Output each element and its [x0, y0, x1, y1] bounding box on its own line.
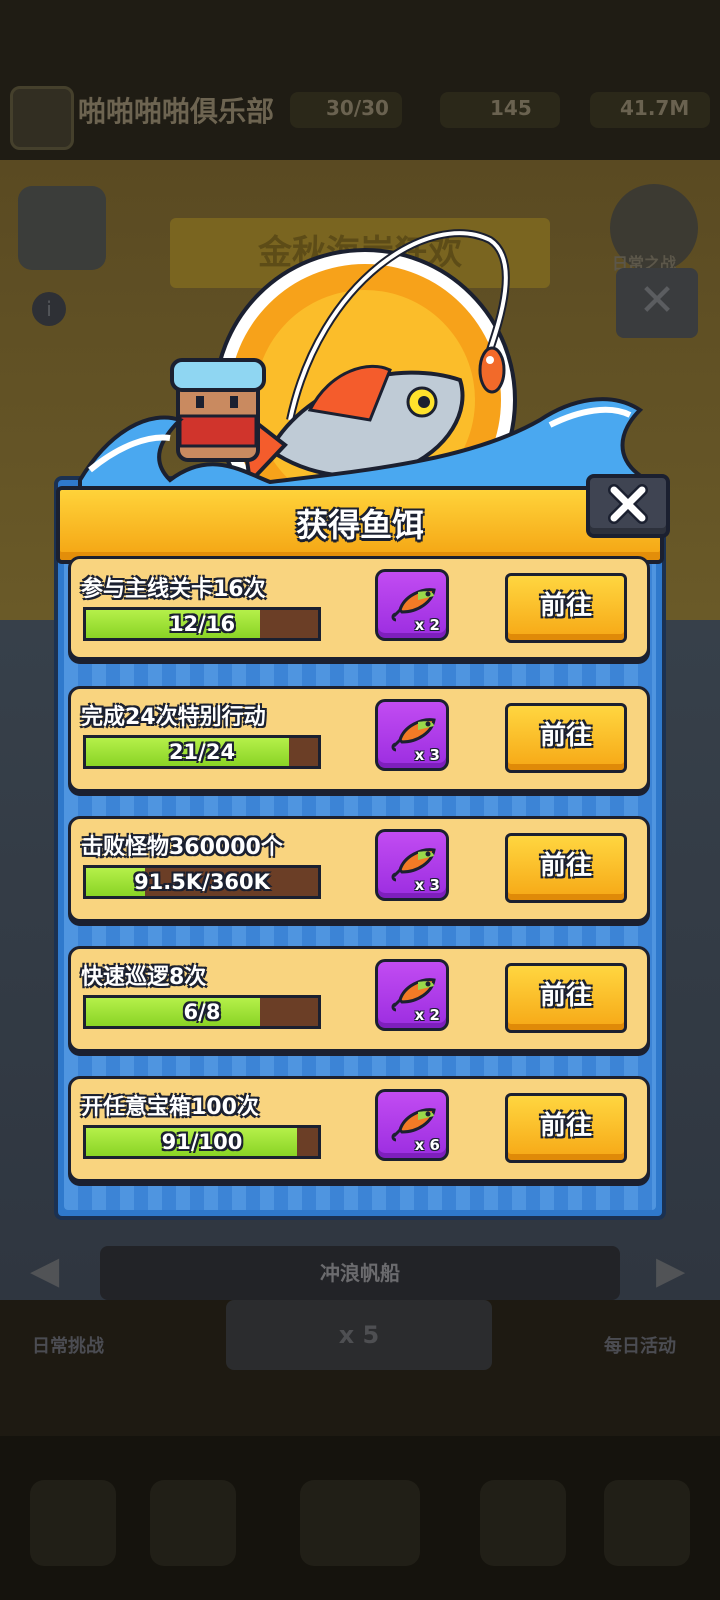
close-button[interactable] [586, 474, 670, 538]
fishing-header-illustration [78, 229, 652, 520]
task-title: 快速巡逻8次 [81, 965, 207, 990]
dialog-title-bar: 获得鱼饵 [56, 486, 664, 564]
progress-text: 21/24 [168, 740, 236, 764]
nav-item-shop[interactable] [30, 1480, 116, 1566]
reward-item[interactable]: x 2 [375, 569, 449, 641]
task-title: 开任意宝箱100次 [81, 1095, 259, 1120]
task-progress-bar: 12/16 [83, 607, 321, 641]
nav-item-guild[interactable] [480, 1480, 566, 1566]
reward-count: x 3 [414, 746, 440, 764]
task-title: 完成24次特别行动 [81, 705, 266, 730]
prev-arrow-icon[interactable]: ◀ [30, 1248, 59, 1292]
gold-stat: 41.7M [620, 96, 690, 120]
nav-item-battle[interactable] [300, 1480, 420, 1566]
task-title: 击败怪物360000个 [81, 835, 283, 860]
task-progress-bar: 91/100 [83, 1125, 321, 1159]
reward-item[interactable]: x 3 [375, 699, 449, 771]
daily-event-label: 每日活动 [604, 1336, 676, 1357]
go-button[interactable]: 前往 [505, 833, 627, 903]
gem-stat: 145 [490, 96, 532, 120]
info-icon[interactable]: i [32, 292, 66, 326]
reward-count: x 6 [414, 1136, 440, 1154]
nav-item-hero[interactable] [150, 1480, 236, 1566]
task-card: 击败怪物360000个 91.5K/360K x 3 前往 [68, 816, 650, 922]
task-card: 快速巡逻8次 6/8 x 2 前往 [68, 946, 650, 1052]
go-button[interactable]: 前往 [505, 703, 627, 773]
go-button[interactable]: 前往 [505, 573, 627, 643]
progress-text: 91.5K/360K [134, 870, 270, 894]
task-card: 参与主线关卡16次 12/16 x 2 前往 [68, 556, 650, 660]
task-progress-bar: 91.5K/360K [83, 865, 321, 899]
reward-count: x 2 [414, 1006, 440, 1024]
progress-text: 6/8 [183, 1000, 221, 1024]
task-progress-bar: 6/8 [83, 995, 321, 1029]
guild-avatar[interactable] [10, 86, 74, 150]
dialog-title: 获得鱼饵 [295, 506, 424, 544]
go-button[interactable]: 前往 [505, 963, 627, 1033]
close-x-icon [608, 484, 648, 524]
reward-count: x 2 [414, 616, 440, 634]
nav-item-map[interactable] [604, 1480, 690, 1566]
cost-box[interactable]: x 5 [226, 1300, 492, 1370]
task-card: 开任意宝箱100次 91/100 x 6 前往 [68, 1076, 650, 1182]
guild-name: 啪啪啪啪俱乐部 [78, 95, 275, 128]
progress-text: 91/100 [161, 1130, 243, 1154]
stamina-stat: 30/30 [326, 96, 389, 120]
task-title: 参与主线关卡16次 [81, 577, 266, 602]
next-arrow-icon[interactable]: ▶ [656, 1248, 685, 1292]
reward-item[interactable]: x 6 [375, 1089, 449, 1161]
daily-challenge-label: 日常挑战 [32, 1336, 104, 1357]
progress-text: 12/16 [168, 612, 236, 636]
task-card: 完成24次特别行动 21/24 x 3 前往 [68, 686, 650, 792]
reward-count: x 3 [414, 876, 440, 894]
ship-name: 冲浪帆船 [100, 1246, 620, 1300]
reward-item[interactable]: x 2 [375, 959, 449, 1031]
reward-item[interactable]: x 3 [375, 829, 449, 901]
task-progress-bar: 21/24 [83, 735, 321, 769]
go-button[interactable]: 前往 [505, 1093, 627, 1163]
top-status-bar [0, 0, 720, 160]
